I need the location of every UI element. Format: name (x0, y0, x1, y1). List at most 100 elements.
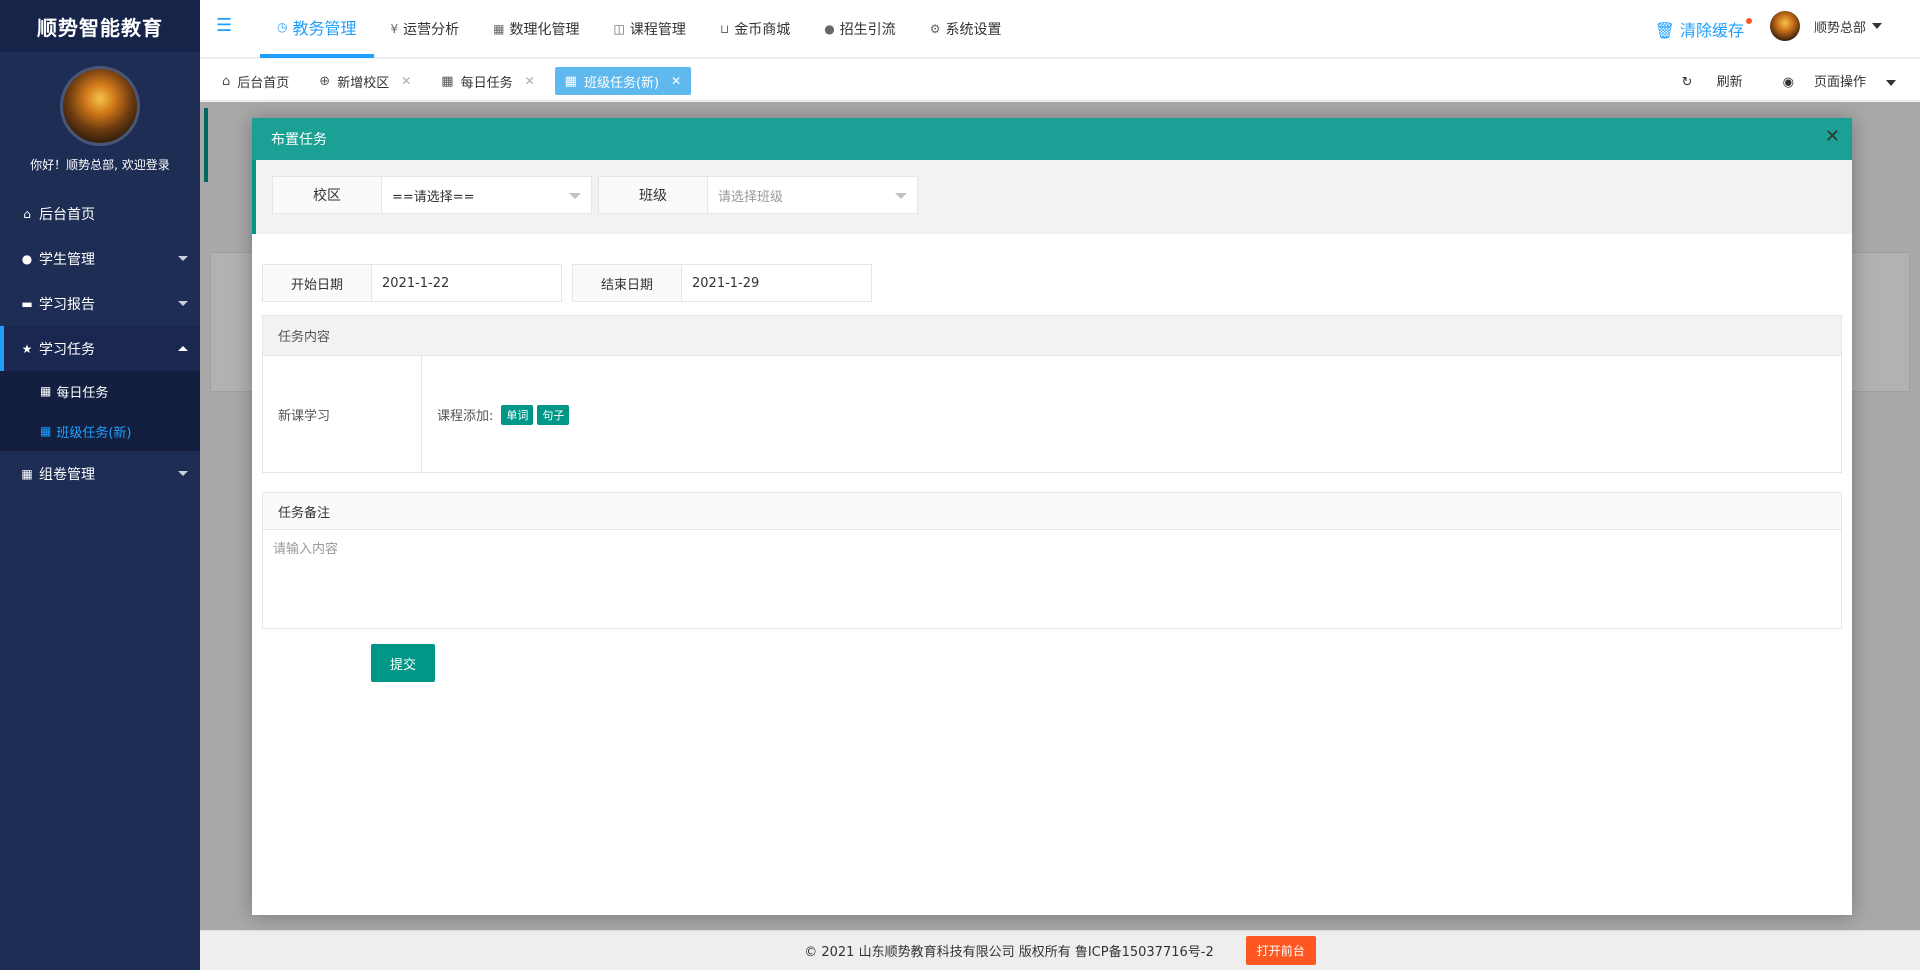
sidebar-item-reports[interactable]: ▬ 学习报告 (0, 281, 200, 326)
top-nav-academic[interactable]: ◷ 教务管理 (260, 0, 374, 58)
sidebar-menu: ⌂ 后台首页 ● 学生管理 ▬ 学习报告 ★ 学习任务 ▦ 每日任务 ▦ 班级任… (0, 191, 200, 496)
tab-label: 新增校区 (337, 75, 390, 91)
tab-label: 班级任务(新) (583, 75, 660, 91)
top-nav-operations[interactable]: ¥ 运营分析 (374, 0, 477, 58)
top-nav: ◷ 教务管理 ¥ 运营分析 ▦ 数理化管理 ◫ 课程管理 ⊔ 金币商城 ● 招生引流 ⚙ 系统… (260, 0, 1018, 58)
caret-down-icon (1872, 23, 1882, 29)
grid-icon: ▦ (564, 73, 577, 89)
clear-cache-button[interactable]: 🗑 清除缓存 (1654, 17, 1752, 41)
campus-select[interactable]: ==请选择== (382, 176, 592, 214)
top-nav-mall[interactable]: ⊔ 金币商城 (703, 0, 807, 58)
avatar (1769, 11, 1800, 41)
refresh-icon: ↻ (1681, 75, 1697, 90)
page-ops-label: 页面操作 (1813, 75, 1866, 90)
sidebar-subitem-label: 班级任务(新) (56, 425, 132, 441)
caret-down-icon (1886, 79, 1896, 86)
tab-bar: ⌂ 后台首页 ⊕ 新增校区 ✕ ▦ 每日任务 ✕ ▦ 班级任务(新) ✕ ↻ 刷新 ◉ 页面操作 (200, 59, 1920, 101)
grid-icon: ▦ (493, 22, 505, 36)
copyright-text: © 2021 山东顺势教育科技有限公司 版权所有 鲁ICP备15037716号-… (804, 945, 1214, 960)
tab-new-campus[interactable]: ⊕ 新增校区 ✕ (309, 67, 421, 95)
grid-icon: ▦ (21, 466, 33, 481)
end-date-input[interactable]: 2021-1-29 (682, 264, 872, 302)
chevron-down-icon (178, 471, 188, 476)
class-select-placeholder: 请选择班级 (718, 189, 784, 205)
sidebar-item-label: 学习报告 (39, 296, 95, 313)
chevron-down-icon (178, 256, 188, 261)
class-label: 班级 (598, 176, 708, 214)
close-icon[interactable]: ✕ (1825, 126, 1840, 147)
campus-group: 校区 ==请选择== (272, 176, 592, 214)
sidebar: 顺势智能教育 你好！顺势总部, 欢迎登录 ⌂ 后台首页 ● 学生管理 ▬ 学习报… (0, 0, 200, 970)
task-row: 新课学习 课程添加: 单词 句子 (263, 356, 1841, 473)
modal-title: 布置任务 (271, 132, 327, 148)
top-nav-enroll[interactable]: ● 招生引流 (807, 0, 912, 58)
sidebar-item-exam[interactable]: ▦ 组卷管理 (0, 451, 200, 496)
menu-toggle-icon[interactable]: ☰ (216, 15, 232, 36)
top-nav-science[interactable]: ▦ 数理化管理 (476, 0, 596, 58)
task-note-header: 任务备注 (263, 493, 1841, 530)
chevron-down-icon (569, 193, 581, 199)
top-nav-settings[interactable]: ⚙ 系统设置 (913, 0, 1019, 58)
assign-task-modal: 布置任务 ✕ 校区 ==请选择== 班级 请选择班级 开始日期 2021-1-2… (252, 118, 1852, 915)
tab-label: 每日任务 (460, 75, 513, 91)
close-icon[interactable]: ✕ (525, 74, 535, 88)
grid-icon: ▦ (40, 424, 52, 438)
grid-icon: ▦ (441, 73, 454, 89)
refresh-button[interactable]: ↻ 刷新 (1662, 71, 1743, 90)
top-nav-label: 运营分析 (403, 22, 460, 38)
sidebar-subitem-class-task[interactable]: ▦ 班级任务(新) (0, 411, 200, 451)
sidebar-item-tasks[interactable]: ★ 学习任务 (0, 326, 200, 371)
user-icon: ● (21, 251, 33, 266)
top-nav-courses[interactable]: ◫ 课程管理 (596, 0, 702, 58)
tab-home[interactable]: ⌂ 后台首页 (212, 67, 299, 95)
class-select[interactable]: 请选择班级 (708, 176, 918, 214)
sidebar-subitem-label: 每日任务 (56, 385, 109, 401)
task-note-textarea[interactable]: 请输入内容 (263, 530, 1841, 628)
campus-select-value: ==请选择== (392, 189, 475, 205)
refresh-label: 刷新 (1716, 75, 1743, 90)
sidebar-item-home[interactable]: ⌂ 后台首页 (0, 191, 200, 236)
top-nav-label: 招生引流 (839, 22, 896, 38)
tag-words-button[interactable]: 单词 (501, 404, 534, 425)
grid-icon: ▦ (40, 384, 52, 398)
close-icon[interactable]: ✕ (401, 74, 411, 88)
tab-daily-task[interactable]: ▦ 每日任务 ✕ (431, 67, 544, 95)
user-menu[interactable]: 顺势总部 (1769, 11, 1882, 41)
user-name: 顺势总部 (1813, 20, 1866, 36)
top-nav-label: 系统设置 (945, 22, 1002, 38)
notification-dot (1746, 18, 1752, 24)
top-bar: ☰ ◷ 教务管理 ¥ 运营分析 ▦ 数理化管理 ◫ 课程管理 ⊔ 金币商城 ● 招生引流 ⚙… (200, 0, 1920, 58)
page-ops-button[interactable]: ◉ 页面操作 (1763, 71, 1896, 90)
class-group: 班级 请选择班级 (598, 176, 918, 214)
sidebar-item-label: 组卷管理 (39, 466, 95, 483)
task-content-panel: 任务内容 新课学习 课程添加: 单词 句子 (262, 315, 1842, 473)
tag-sentences-button[interactable]: 句子 (537, 404, 570, 425)
submit-button[interactable]: 提交 (371, 644, 435, 682)
page-tabs: ⌂ 后台首页 ⊕ 新增校区 ✕ ▦ 每日任务 ✕ ▦ 班级任务(新) ✕ (212, 67, 701, 95)
close-icon[interactable]: ✕ (671, 74, 681, 88)
tab-operations: ↻ 刷新 ◉ 页面操作 (1642, 71, 1896, 90)
sidebar-subitem-daily[interactable]: ▦ 每日任务 (0, 371, 200, 411)
tab-label: 后台首页 (237, 75, 290, 91)
circle-dot-icon: ◉ (1782, 75, 1794, 90)
chevron-up-icon (178, 346, 188, 351)
chevron-down-icon (178, 301, 188, 306)
task-content-header: 任务内容 (263, 316, 1841, 356)
end-date-group: 结束日期 2021-1-29 (572, 264, 872, 302)
open-front-button[interactable]: 打开前台 (1245, 936, 1316, 965)
star-icon: ★ (21, 341, 33, 356)
campus-label: 校区 (272, 176, 382, 214)
trash-icon: 🗑 (1654, 21, 1675, 40)
top-nav-label: 数理化管理 (509, 22, 580, 38)
course-add-cell: 课程添加: 单词 句子 (422, 356, 1841, 473)
clear-cache-label: 清除缓存 (1679, 21, 1744, 40)
top-nav-label: 金币商城 (734, 22, 791, 38)
date-row: 开始日期 2021-1-22 结束日期 2021-1-29 (262, 264, 882, 302)
tab-class-task[interactable]: ▦ 班级任务(新) ✕ (554, 67, 692, 95)
gear-icon: ⚙ (929, 22, 941, 36)
footer: © 2021 山东顺势教育科技有限公司 版权所有 鲁ICP备15037716号-… (200, 930, 1920, 970)
sidebar-item-label: 学习任务 (39, 341, 95, 358)
home-icon: ⌂ (23, 206, 31, 221)
start-date-input[interactable]: 2021-1-22 (372, 264, 562, 302)
sidebar-item-students[interactable]: ● 学生管理 (0, 236, 200, 281)
